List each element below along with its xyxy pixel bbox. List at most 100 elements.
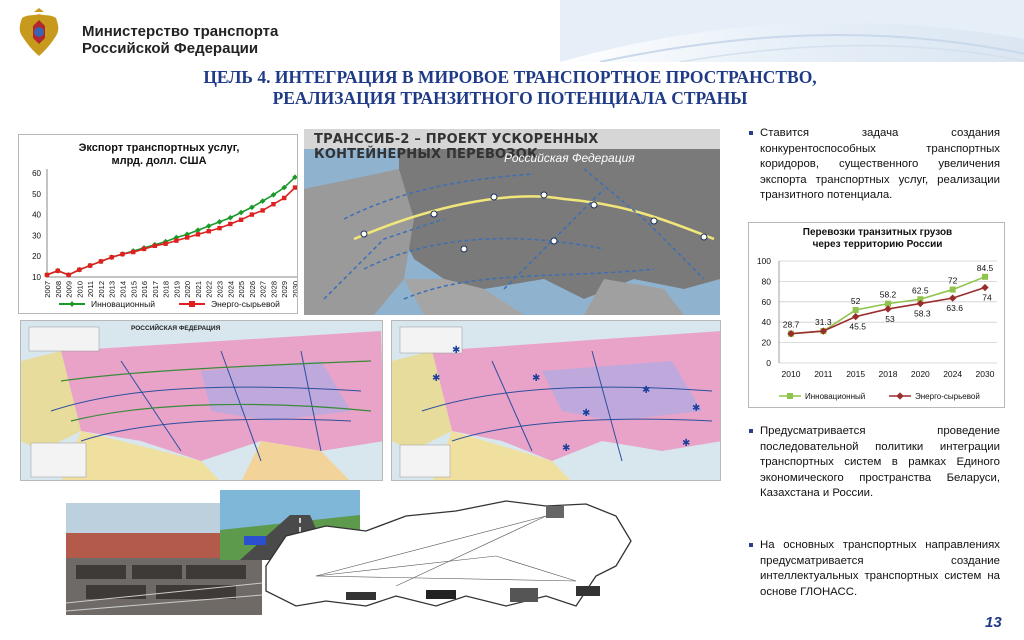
corridor-map-right: ✱ ✱ ✱ ✱ ✱ ✱ ✱ ✱ (391, 320, 721, 481)
data-label: 58.3 (914, 309, 931, 319)
data-label: 58.2 (880, 290, 897, 300)
data-label: 74 (982, 293, 992, 303)
data-label: 52 (851, 296, 861, 306)
data-point (44, 272, 50, 278)
x-tick-label: 2016 (140, 281, 149, 298)
y-tick-label: 100 (757, 256, 771, 266)
x-tick-label: 2007 (43, 281, 52, 298)
x-tick-label: 2013 (108, 281, 117, 298)
data-label: 84.5 (977, 263, 994, 273)
svg-text:✱: ✱ (532, 373, 540, 384)
x-tick-label: 2010 (782, 369, 801, 379)
data-label: 53 (885, 314, 895, 324)
y-tick-label: 40 (762, 317, 772, 327)
data-point (55, 268, 60, 273)
x-tick-label: 2025 (237, 281, 246, 298)
data-point (852, 306, 859, 313)
data-label: 28.7 (783, 320, 800, 330)
emblem-icon (19, 8, 59, 56)
x-tick-label: 2017 (151, 281, 160, 298)
x-tick-label: 2030 (976, 369, 995, 379)
data-point (216, 219, 223, 225)
transit-chart-plot: 0 20 40 60 80 100 2010 2011 2015 2018 2020 2024 2030… (757, 256, 997, 401)
data-point (949, 286, 956, 293)
bullet-item: На основных транспортных направлениях пр… (748, 538, 1000, 600)
x-tick-label: 2019 (172, 281, 181, 298)
data-point (292, 185, 297, 190)
y-tick-label: 60 (32, 169, 41, 178)
legend-marker (896, 392, 904, 400)
bullet-item: Ставится задача создания конкурентоспосо… (748, 126, 1000, 204)
ministry-line-1: Министерство транспорта (82, 23, 279, 40)
data-label: 45.5 (849, 322, 866, 332)
data-point (87, 263, 93, 268)
bullet-list-bottom-2: На основных транспортных направлениях пр… (748, 538, 1000, 600)
bullet-item: Предусматривается проведение последовате… (748, 424, 1000, 502)
transsib-map: ТРАНССИБ-2 – ПРОЕКТ УСКОРЕННЫХ КОНТЕЙНЕР… (304, 129, 720, 315)
data-point (174, 238, 179, 243)
data-point (851, 312, 860, 321)
data-point (206, 229, 211, 234)
x-tick-label: 2021 (194, 281, 203, 298)
legend-label: Энерго-сырьевой (915, 392, 980, 401)
header-swoosh-decoration (560, 0, 1024, 62)
x-tick-label: 2011 (86, 281, 95, 297)
x-tick-label: 2012 (97, 281, 106, 298)
x-tick-label: 2020 (911, 369, 930, 379)
svg-text:✱: ✱ (692, 403, 700, 414)
x-tick-label: 2020 (183, 281, 192, 298)
x-tick-label: 2008 (54, 281, 63, 298)
svg-text:✱: ✱ (562, 443, 570, 454)
x-tick-label: 2015 (846, 369, 865, 379)
svg-text:✱: ✱ (452, 345, 460, 356)
series-line-energy (46, 186, 296, 276)
series-line-innovation (46, 176, 296, 276)
x-tick-label: 2029 (280, 281, 289, 298)
y-tick-label: 20 (762, 338, 772, 348)
map-left-title: РОССИЙСКАЯ ФЕДЕРАЦИЯ (131, 325, 221, 332)
bullet-list-bottom: Предусматривается проведение последовате… (748, 424, 1000, 502)
export-chart-plot: 1020304050602007 2008 2009 2010 2011 2012 2013… (32, 169, 297, 309)
y-tick-label: 60 (762, 297, 772, 307)
data-point (163, 241, 168, 246)
x-tick-label: 2024 (226, 281, 235, 298)
data-label: 63.6 (946, 303, 963, 313)
svg-text:✱: ✱ (642, 385, 650, 396)
y-tick-label: 50 (32, 190, 41, 199)
data-point (195, 232, 201, 237)
x-tick-label: 2023 (216, 281, 225, 298)
x-tick-label: 2022 (205, 281, 214, 298)
data-point (120, 251, 125, 257)
svg-text:✱: ✱ (682, 438, 690, 449)
legend-label: Энерго-сырьевой (211, 299, 280, 309)
legend-marker (189, 301, 195, 307)
data-point (98, 259, 104, 264)
x-tick-label: 2024 (943, 369, 962, 379)
y-tick-label: 80 (762, 276, 772, 286)
export-services-chart: Экспорт транспортных услуг, млрд. долл. … (18, 134, 298, 314)
slide-title-line-1: ЦЕЛЬ 4. ИНТЕГРАЦИЯ В МИРОВОЕ ТРАНСПОРТНО… (203, 67, 817, 87)
data-label: 72 (948, 276, 958, 286)
russia-outline-map (246, 496, 638, 618)
x-tick-label: 2018 (879, 369, 898, 379)
data-label: 62.5 (912, 285, 929, 295)
data-point (271, 202, 276, 207)
svg-text:✱: ✱ (582, 408, 590, 419)
bullet-list-top: Ставится задача создания конкурентоспосо… (748, 126, 1000, 204)
x-tick-label: 2015 (129, 281, 138, 298)
page-number: 13 (985, 614, 1002, 631)
x-tick-label: 2010 (75, 281, 84, 298)
data-point (228, 221, 233, 227)
y-tick-label: 40 (32, 211, 41, 220)
ministry-line-2: Российской Федерации (82, 40, 259, 57)
ministry-name: Министерство транспорта Российской Федер… (82, 23, 278, 57)
data-point (260, 208, 265, 213)
y-tick-label: 0 (766, 358, 771, 368)
data-point (282, 195, 287, 201)
data-point (238, 209, 244, 216)
y-tick-label: 10 (32, 273, 41, 282)
x-tick-label: 2014 (118, 281, 127, 298)
slide-title: ЦЕЛЬ 4. ИНТЕГРАЦИЯ В МИРОВОЕ ТРАНСПОРТНО… (120, 67, 900, 109)
x-tick-label: 2028 (269, 281, 278, 298)
data-point (66, 272, 71, 278)
